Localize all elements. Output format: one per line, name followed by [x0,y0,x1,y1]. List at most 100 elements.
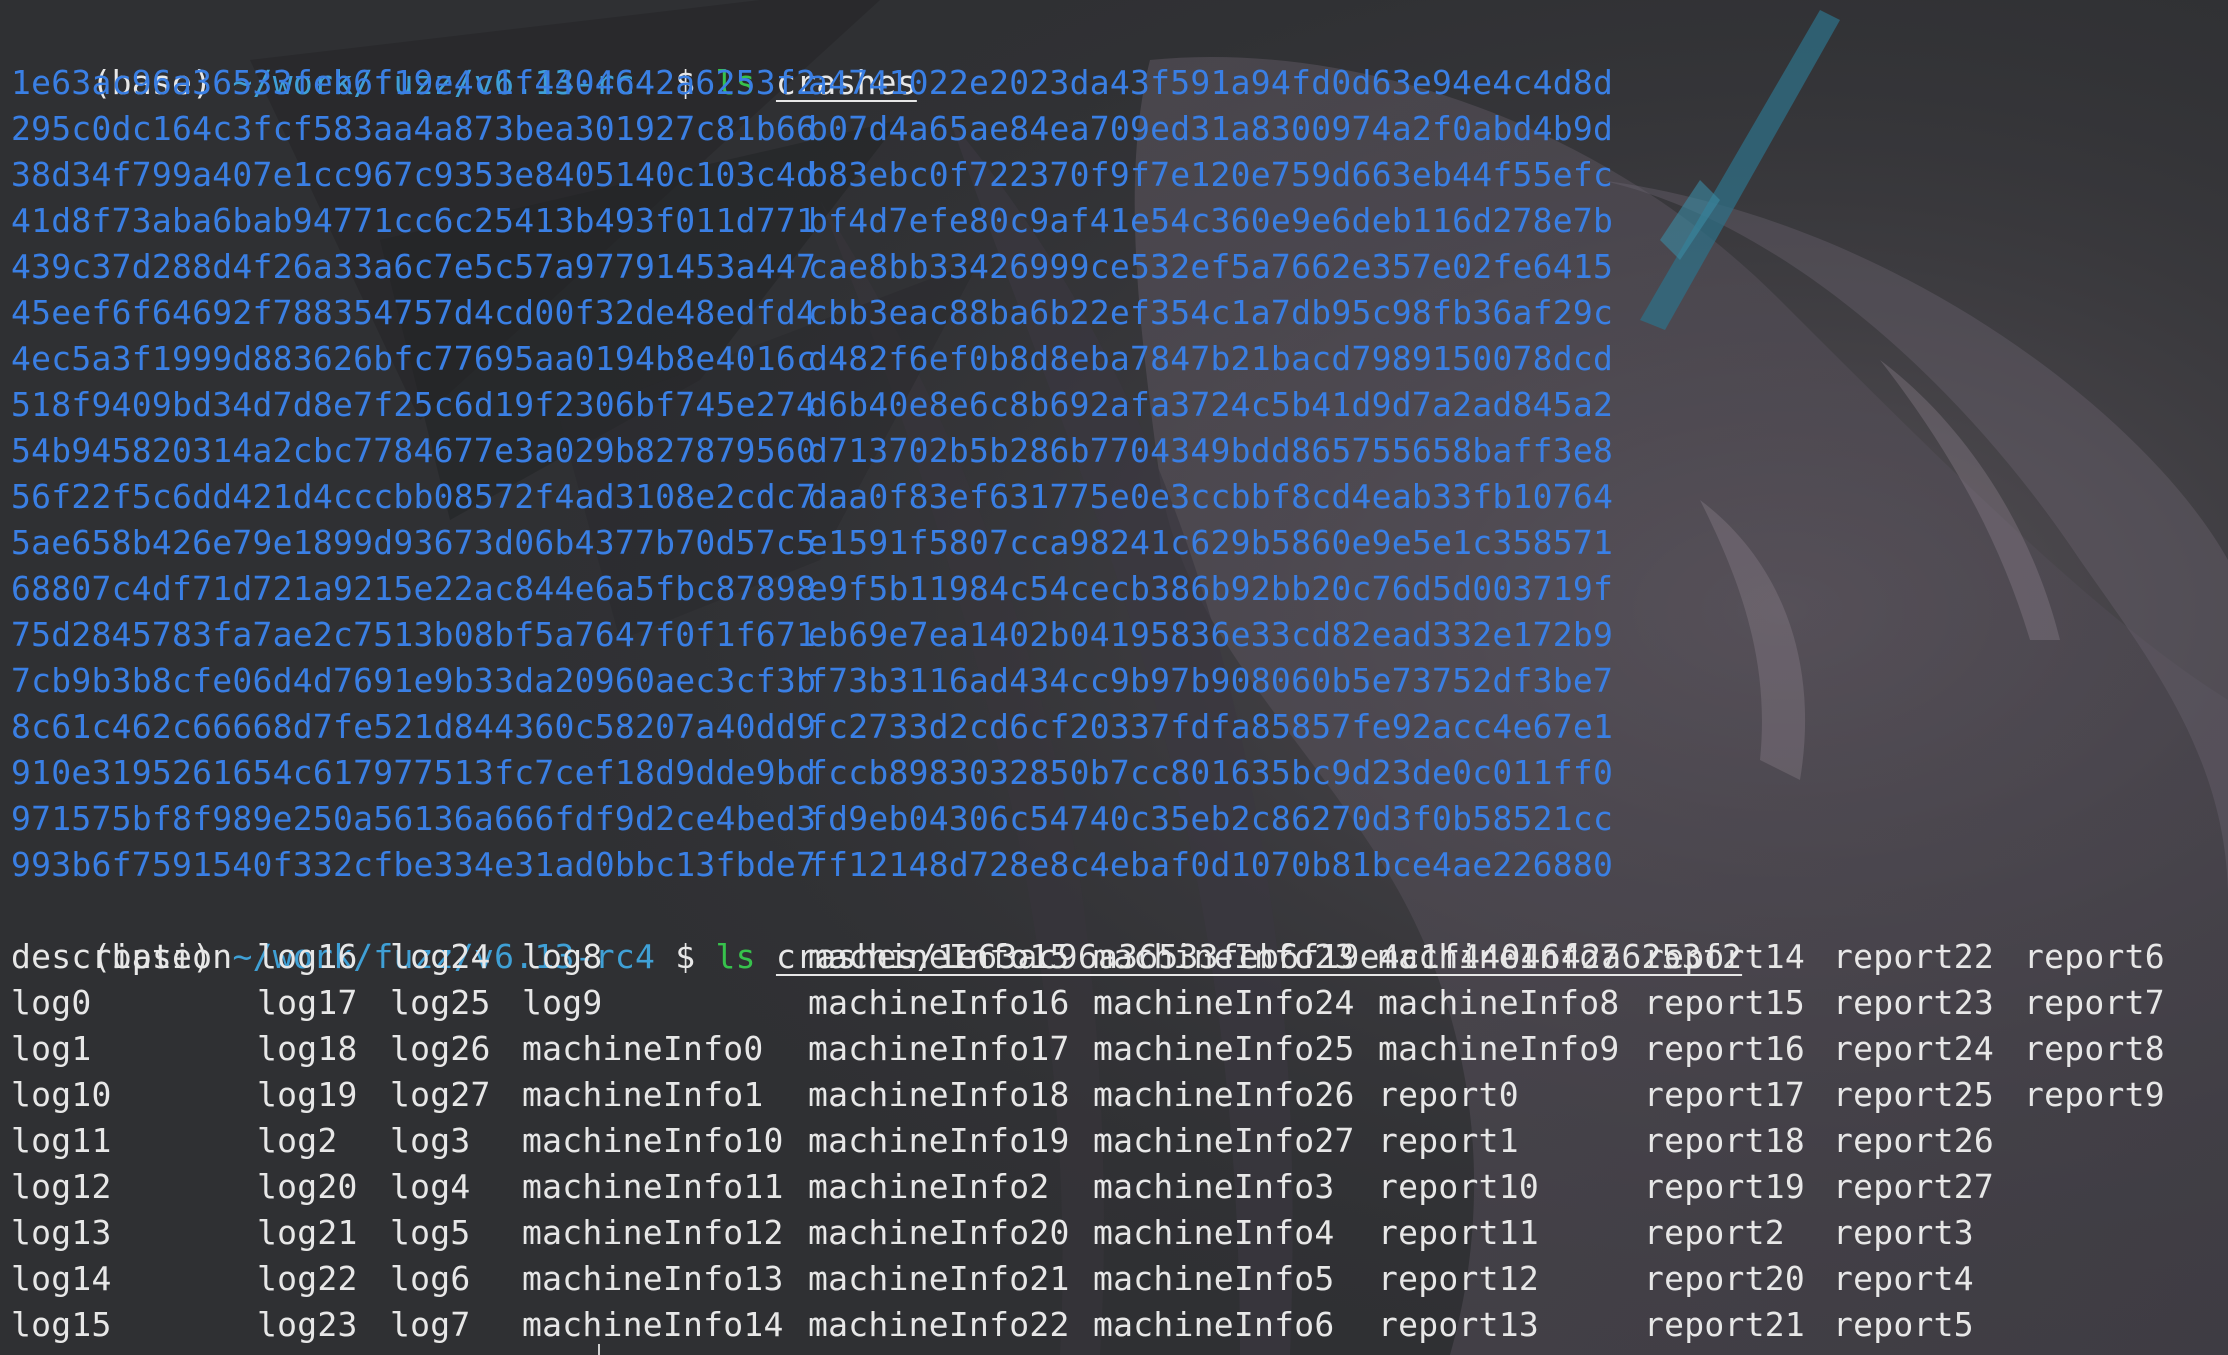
crash-hash-entry: daa0f83ef631775e0e3ccbbf8cd4eab33fb10764 [808,477,1614,516]
terminal-output[interactable]: (base) ~/work/fuzz/v6.13-rc4 $ ls crashe… [0,0,2228,1355]
file-entry: log5 [390,1213,471,1252]
file-entry: log27 [390,1075,491,1114]
file-entry: log11 [11,1121,112,1160]
crash-hash-entry: 38d34f799a407e1cc967c9353e8405140c103c4d [11,155,817,194]
file-entry: machineInfo23 [1093,937,1355,976]
crash-hash-entry: 1e63ac96a36533feb6f19e4c1f4404642a6253f2 [11,63,817,102]
crash-hash-entry: 41d8f73aba6bab94771cc6c25413b493f011d771 [11,201,817,240]
file-entry: report14 [1644,937,1806,976]
file-entry: machineInfo11 [522,1167,784,1206]
prompt-symbol: $ [675,937,696,976]
crash-hash-entry: cbb3eac88ba6b22ef354c1a7db95c98fb36af29c [808,293,1614,332]
crash-hash-entry: e9f5b11984c54cecb386b92bb20c76d5d003719f [808,569,1614,608]
crash-hash-entry: a4741022e2023da43f591a94fd0d63e94e4c4d8d [808,63,1614,102]
file-entry: machineInfo10 [522,1121,784,1160]
file-entry: report24 [1833,1029,1995,1068]
file-entry: log3 [390,1121,471,1160]
file-entry: machineInfo9 [1378,1029,1620,1068]
file-entry: log13 [11,1213,112,1252]
file-entry: machineInfo19 [808,1121,1070,1160]
crash-hash-entry: bf4d7efe80c9af41e54c360e9e6deb116d278e7b [808,201,1614,240]
file-entry: machineInfo17 [808,1029,1070,1068]
file-entry: report1 [1378,1121,1519,1160]
crash-hash-entry: 439c37d288d4f26a33a6c7e5c57a97791453a447 [11,247,817,286]
crash-hash-entry: 75d2845783fa7ae2c7513b08bf5a7647f0f1f671 [11,615,817,654]
file-entry: report2 [1644,1213,1785,1252]
file-entry: report18 [1644,1121,1806,1160]
file-entry: machineInfo12 [522,1213,784,1252]
file-entry: machineInfo3 [1093,1167,1335,1206]
file-entry: machineInfo14 [522,1305,784,1344]
file-entry: log20 [257,1167,358,1206]
file-entry: report15 [1644,983,1806,1022]
file-entry: machineInfo24 [1093,983,1355,1022]
file-entry: report6 [2024,937,2165,976]
file-entry: report3 [1833,1213,1974,1252]
file-entry: log16 [257,937,358,976]
file-entry: report16 [1644,1029,1806,1068]
file-entry: log19 [257,1075,358,1114]
crash-hash-entry: eb69e7ea1402b04195836e33cd82ead332e172b9 [808,615,1614,654]
file-entry: report12 [1378,1259,1540,1298]
file-entry: machineInfo5 [1093,1259,1335,1298]
file-entry: log4 [390,1167,471,1206]
prompt-line-1: (base) ~/work/fuzz/v6.13-rc4 $ ls crashe… [11,14,917,102]
crash-hash-entry: d482f6ef0b8d8eba7847b21bacd7989150078dcd [808,339,1614,378]
file-entry: report26 [1833,1121,1995,1160]
file-entry: machineInfo13 [522,1259,784,1298]
crash-hash-entry: 56f22f5c6dd421d4cccbb08572f4ad3108e2cdc7 [11,477,817,516]
crash-hash-entry: 295c0dc164c3fcf583aa4a873bea301927c81b66 [11,109,817,148]
file-entry: log17 [257,983,358,1022]
file-entry: description [11,937,233,976]
file-entry: machineInfo16 [808,983,1070,1022]
file-entry: log22 [257,1259,358,1298]
file-entry: machineInfo25 [1093,1029,1355,1068]
crash-hash-entry: ff12148d728e8c4ebaf0d1070b81bce4ae226880 [808,845,1614,884]
crash-hash-entry: 54b945820314a2cbc7784677e3a029b827879560 [11,431,817,470]
crash-hash-entry: f73b3116ad434cc9b97b908060b5e73752df3be7 [808,661,1614,700]
file-entry: machineInfo2 [808,1167,1050,1206]
file-entry: log10 [11,1075,112,1114]
file-entry: log6 [390,1259,471,1298]
file-entry: report17 [1644,1075,1806,1114]
file-entry: report13 [1378,1305,1540,1344]
file-entry: machineInfo18 [808,1075,1070,1114]
crash-hash-entry: 910e3195261654c617977513fc7cef18d9dde9bd [11,753,817,792]
file-entry: report8 [2024,1029,2165,1068]
crash-hash-entry: fd9eb04306c54740c35eb2c86270d3f0b58521cc [808,799,1614,838]
file-entry: report0 [1378,1075,1519,1114]
file-entry: machineInfo6 [1093,1305,1335,1344]
file-entry: report21 [1644,1305,1806,1344]
file-entry: report11 [1378,1213,1540,1252]
file-entry: machineInfo20 [808,1213,1070,1252]
crash-hash-entry: d713702b5b286b7704349bdd865755658baff3e8 [808,431,1614,470]
text-cursor [598,1344,600,1355]
file-entry: log15 [11,1305,112,1344]
prompt-line-2: (base) ~/work/fuzz/v6.13-rc4 $ ls crashe… [11,888,1742,976]
file-entry: machineInfo1 [522,1075,764,1114]
crash-hash-entry: 5ae658b426e79e1899d93673d06b4377b70d57c5 [11,523,817,562]
file-entry: log24 [390,937,491,976]
file-entry: report22 [1833,937,1995,976]
file-entry: report27 [1833,1167,1995,1206]
crash-hash-entry: cae8bb33426999ce532ef5a7662e357e02fe6415 [808,247,1614,286]
file-entry: report25 [1833,1075,1995,1114]
file-entry: log25 [390,983,491,1022]
crash-hash-entry: 8c61c462c66668d7fe521d844360c58207a40dd9 [11,707,817,746]
crash-hash-entry: d6b40e8e6c8b692afa3724c5b41d9d7a2ad845a2 [808,385,1614,424]
file-entry: machineInfo4 [1093,1213,1335,1252]
crash-hash-entry: 68807c4df71d721a9215e22ac844e6a5fbc87898 [11,569,817,608]
file-entry: log9 [522,983,603,1022]
file-entry: report4 [1833,1259,1974,1298]
crash-hash-entry: 45eef6f64692f788354757d4cd00f32de48edfd4 [11,293,817,332]
file-entry: machineInfo7 [1378,937,1620,976]
crash-hash-entry: 971575bf8f989e250a56136a666fdf9d2ce4bed3 [11,799,817,838]
file-entry: report19 [1644,1167,1806,1206]
file-entry: log26 [390,1029,491,1068]
crash-hash-entry: b83ebc0f722370f9f7e120e759d663eb44f55efc [808,155,1614,194]
file-entry: log8 [522,937,603,976]
file-entry: log21 [257,1213,358,1252]
file-entry: report10 [1378,1167,1540,1206]
crash-hash-entry: 993b6f7591540f332cfbe334e31ad0bbc13fbde7 [11,845,817,884]
file-entry: log14 [11,1259,112,1298]
